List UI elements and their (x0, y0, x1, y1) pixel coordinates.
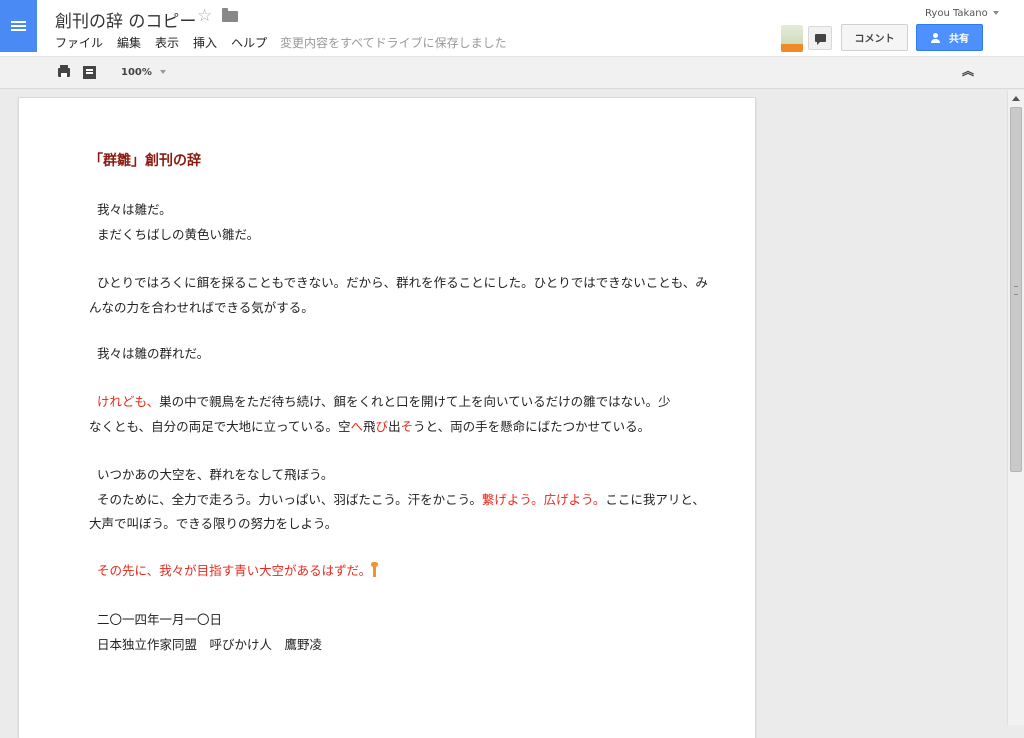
save-status[interactable]: 変更内容をすべてドライブに保存しました (280, 34, 507, 51)
text-line: 我々は雛だ。 (96, 202, 172, 217)
avatar[interactable] (781, 25, 803, 52)
paragraph-6: その先に、我々が目指す青い大空があるはずだ。 (89, 559, 379, 584)
header: 創刊の辞 のコピー ☆ ファイル 編集 表示 挿入 ヘルプ 変更内容をすべてドラ… (0, 0, 1024, 56)
text-run: なくとも、自分の両足で大地に立っている。空 (89, 418, 351, 434)
outline-icon[interactable] (83, 66, 96, 79)
text-line: ひとりではろくに餌を採ることもできない。だから、群れを作ることにした。ひとりでは… (96, 275, 708, 290)
paragraph-2: ひとりではろくに餌を採ることもできない。だから、群れを作ることにした。ひとりでは… (89, 271, 708, 320)
vertical-scrollbar[interactable] (1007, 90, 1024, 725)
text-run: ここに我アリと、 (605, 491, 705, 507)
paragraph-7: 二〇一四年一月一〇日 日本独立作家同盟 呼びかけ人 鷹野凌 (89, 608, 322, 657)
highlight-text: び (375, 418, 389, 434)
highlight-text: けれども、 (96, 394, 160, 409)
docs-logo-icon[interactable] (0, 0, 37, 52)
folder-icon[interactable] (222, 8, 238, 22)
collapse-icon[interactable]: ︽ (962, 65, 974, 77)
print-icon[interactable] (58, 65, 70, 77)
menu-edit[interactable]: 編集 (117, 34, 141, 51)
text-line: まだくちばしの黄色い雛だ。 (96, 226, 260, 242)
share-label: 共有 (949, 34, 969, 45)
paragraph-4: けれども、巣の中で親鳥をただ待ち続け、餌をくれと口を開けて上を向いているだけの雛… (89, 390, 671, 439)
text-line: 大声で叫ぼう。できる限りの努力をしよう。 (89, 516, 338, 531)
highlight-text: へ (350, 418, 364, 434)
text-cursor (371, 562, 379, 577)
menu-bar: ファイル 編集 表示 挿入 ヘルプ (55, 34, 281, 51)
highlight-text: 繋げよう。広げよう。 (481, 491, 606, 507)
document-page[interactable]: 「群雛」創刊の辞 我々は雛だ。 まだくちばしの黄色い雛だ。 ひとりではろくに餌を… (19, 98, 755, 738)
menu-view[interactable]: 表示 (155, 34, 179, 51)
text-line: いつかあの大空を、群れをなして飛ぼう。 (96, 467, 334, 482)
menu-help[interactable]: ヘルプ (231, 34, 267, 51)
date-line: 二〇一四年一月一〇日 (96, 612, 222, 627)
scroll-thumb[interactable] (1010, 107, 1022, 472)
text-run: 出 (388, 418, 401, 434)
paragraph-5: いつかあの大空を、群れをなして飛ぼう。 そのために、全力で走ろう。力いっぱい、羽… (89, 463, 705, 537)
highlight-text: そ (400, 418, 414, 434)
paragraph-1: 我々は雛だ。 まだくちばしの黄色い雛だ。 (89, 198, 259, 247)
text-line: んなの力を合わせればできる気がする。 (89, 299, 314, 315)
grip-icon (1014, 286, 1018, 295)
text-line: 我々は雛の群れだ。 (96, 346, 210, 361)
chat-icon (814, 34, 826, 45)
signature-line: 日本独立作家同盟 呼びかけ人 鷹野凌 (96, 636, 322, 652)
text-line: 巣の中で親鳥をただ待ち続け、餌をくれと口を開けて上を向いているだけの雛ではない。… (159, 394, 671, 409)
document-title[interactable]: 創刊の辞 のコピー (55, 7, 196, 32)
user-account-menu[interactable]: Ryou Takano (925, 8, 999, 19)
menu-insert[interactable]: 挿入 (193, 34, 217, 51)
paragraph-3: 我々は雛の群れだ。 (89, 342, 209, 367)
text-run: 飛 (363, 418, 376, 434)
share-button[interactable]: 共有 (916, 24, 983, 51)
text-run: うと、両の手を懸命にばたつかせている。 (413, 418, 651, 434)
chat-button[interactable] (808, 26, 832, 50)
highlight-text: その先に、我々が目指す青い大空があるはずだ。 (96, 563, 372, 578)
toolbar: 100% ︽ (0, 56, 1024, 89)
scroll-up-arrow-icon[interactable] (1012, 96, 1020, 101)
zoom-select[interactable]: 100% (121, 67, 166, 78)
doc-heading: 「群雛」創刊の辞 (89, 153, 201, 169)
text-run: そのために、全力で走ろう。力いっぱい、羽ばたこう。汗をかこう。 (96, 491, 482, 507)
menu-file[interactable]: ファイル (55, 34, 103, 51)
star-icon[interactable]: ☆ (197, 6, 212, 26)
comment-button[interactable]: コメント (841, 24, 908, 51)
person-icon (930, 32, 944, 43)
